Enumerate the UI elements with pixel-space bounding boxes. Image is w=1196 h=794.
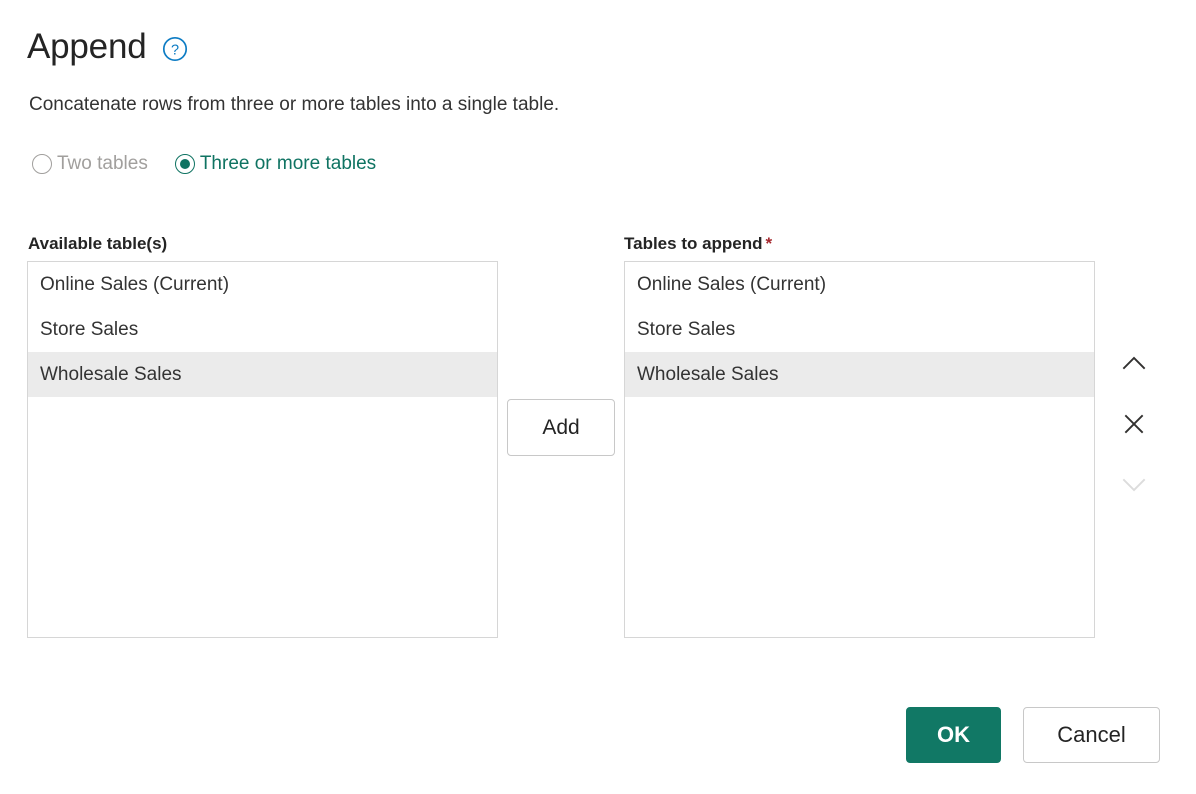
required-asterisk: *: [766, 234, 773, 253]
radio-mark-three-or-more-tables: [175, 154, 195, 174]
tables-to-append-listbox[interactable]: Online Sales (Current) Store Sales Whole…: [624, 261, 1095, 638]
add-button[interactable]: Add: [507, 399, 615, 456]
move-up-icon: [1119, 349, 1149, 382]
radio-label-three-or-more-tables: Three or more tables: [200, 152, 376, 176]
list-item-label: Online Sales (Current): [40, 273, 229, 297]
ok-button[interactable]: OK: [906, 707, 1001, 763]
radio-option-two-tables[interactable]: Two tables: [32, 152, 148, 176]
list-item[interactable]: Online Sales (Current): [28, 262, 497, 307]
delete-icon: [1119, 409, 1149, 442]
tables-to-append-label: Tables to append*: [624, 233, 772, 255]
cancel-button[interactable]: Cancel: [1023, 707, 1160, 763]
list-item[interactable]: Wholesale Sales: [28, 352, 497, 397]
dialog-description: Concatenate rows from three or more tabl…: [29, 92, 559, 118]
svg-text:?: ?: [171, 42, 179, 58]
radio-option-three-or-more-tables[interactable]: Three or more tables: [175, 152, 376, 176]
table-row[interactable]: Online Sales (Current): [625, 262, 1094, 307]
delete-button[interactable]: [1113, 404, 1155, 446]
available-tables-label: Available table(s): [28, 233, 167, 255]
available-tables-listbox[interactable]: Online Sales (Current) Store Sales Whole…: [27, 261, 498, 638]
list-item-label: Online Sales (Current): [637, 273, 826, 297]
tables-to-append-label-text: Tables to append: [624, 234, 763, 253]
move-down-button[interactable]: [1113, 464, 1155, 506]
list-reorder-controls: [1113, 344, 1155, 506]
list-item[interactable]: Store Sales: [28, 307, 497, 352]
available-tables-label-text: Available table(s): [28, 234, 167, 253]
table-row[interactable]: Wholesale Sales: [625, 352, 1094, 397]
dialog-header: Append ?: [27, 26, 188, 68]
move-down-icon: [1119, 469, 1149, 502]
append-mode-radio-group: Two tables Three or more tables: [32, 152, 376, 176]
radio-label-two-tables: Two tables: [57, 152, 148, 176]
help-circle-icon[interactable]: ?: [162, 36, 188, 62]
page-title: Append: [27, 26, 146, 68]
radio-mark-two-tables: [32, 154, 52, 174]
dialog-footer: OK Cancel: [906, 707, 1160, 763]
list-item-label: Store Sales: [40, 318, 138, 342]
list-item-label: Store Sales: [637, 318, 735, 342]
move-up-button[interactable]: [1113, 344, 1155, 386]
list-item-label: Wholesale Sales: [40, 363, 182, 387]
table-row[interactable]: Store Sales: [625, 307, 1094, 352]
list-item-label: Wholesale Sales: [637, 363, 779, 387]
